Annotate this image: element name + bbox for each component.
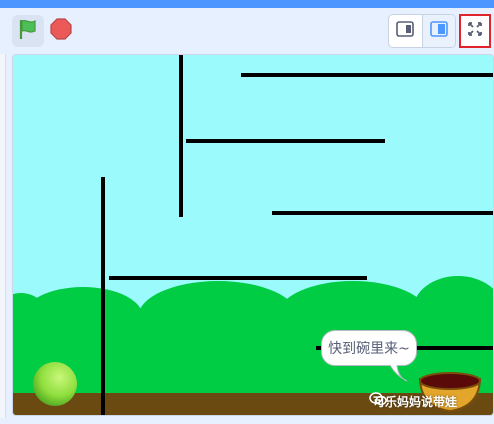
sprite-pane-edge (0, 54, 6, 424)
speech-bubble: 快到碗里来~ (321, 330, 417, 366)
stop-sign-icon (50, 18, 72, 44)
small-stage-button[interactable] (389, 15, 423, 47)
fullscreen-icon (467, 21, 483, 41)
speech-bubble-tail (388, 363, 408, 382)
stage-size-toggle (388, 14, 456, 48)
large-stage-icon (429, 21, 448, 41)
large-stage-button[interactable] (422, 15, 455, 47)
watermark: 可乐妈妈说带娃 (369, 392, 457, 410)
stage[interactable]: 快到碗里来~ 可乐妈妈说带娃 (12, 54, 494, 416)
small-stage-icon (396, 21, 415, 41)
stage-scene (13, 55, 493, 415)
ball-sprite (33, 362, 77, 406)
green-flag-icon (17, 18, 39, 44)
fullscreen-button[interactable] (459, 14, 491, 48)
stop-button[interactable] (48, 15, 74, 47)
bottom-edge (0, 418, 494, 424)
green-flag-button[interactable] (12, 15, 44, 47)
speech-bubble-text: 快到碗里来~ (328, 341, 410, 357)
top-accent-bar (0, 0, 494, 8)
